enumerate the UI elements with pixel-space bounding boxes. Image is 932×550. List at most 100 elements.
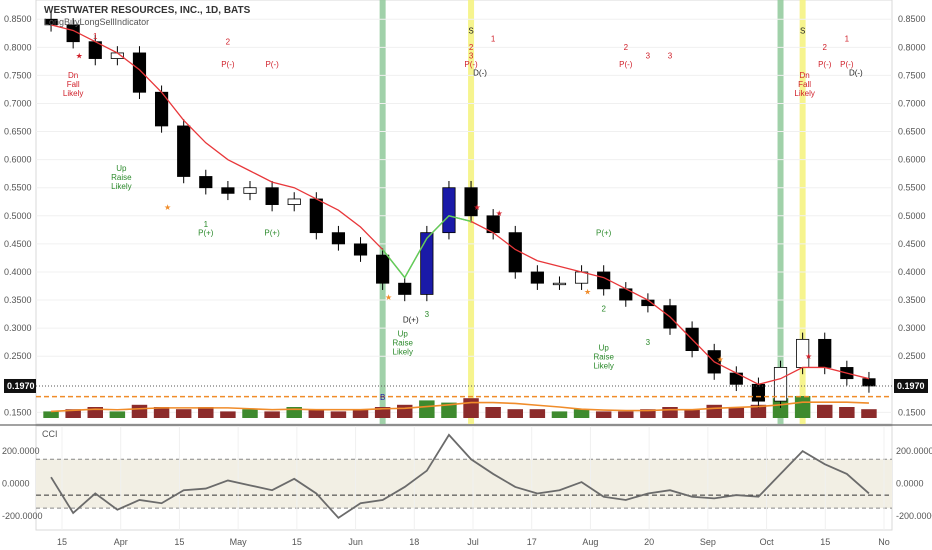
price-tick-right: 0.1500	[898, 407, 926, 417]
time-label: No	[878, 537, 890, 547]
time-label: 18	[409, 537, 419, 547]
cci-tick-left: 200.0000	[2, 446, 40, 456]
volume-bar	[485, 407, 501, 418]
volume-bar	[551, 411, 568, 418]
signal-star-icon: ★	[496, 209, 503, 218]
candle-body	[442, 187, 456, 234]
price-tick-right: 0.6000	[898, 155, 926, 165]
signal-star-icon: ★	[385, 293, 392, 302]
step-number: 1	[845, 35, 850, 44]
step-number: 1	[204, 220, 209, 229]
price-tick-left: 0.5000	[4, 211, 32, 221]
volume-bar	[308, 409, 325, 418]
price-tick-right: 0.7500	[898, 70, 926, 80]
up-raise-likely-label: Up	[599, 344, 610, 353]
candle-body	[287, 198, 301, 205]
candle-body	[243, 187, 257, 194]
volume-bar	[264, 411, 280, 418]
candle-body	[331, 232, 346, 245]
step-number: 3	[469, 52, 474, 61]
volume-bar	[175, 409, 192, 418]
volume-bar	[352, 409, 369, 418]
up-raise-likely-label: Raise	[111, 173, 132, 182]
volume-bar	[463, 398, 479, 418]
volume-bar	[43, 411, 59, 418]
price-tick-right: 0.6500	[898, 127, 926, 137]
dn-fall-likely-label: Fall	[798, 80, 811, 89]
volume-bar	[595, 411, 612, 418]
price-tick-right: 0.3000	[898, 323, 926, 333]
price-tick-left: 0.7500	[4, 70, 32, 80]
time-label: 15	[57, 537, 67, 547]
time-label: Apr	[114, 537, 128, 547]
last-price-tag-right-text: 0.1970	[897, 381, 925, 391]
price-tick-left: 0.5500	[4, 183, 32, 193]
candle-body	[132, 52, 147, 93]
p-minus-label: P(-)	[818, 60, 832, 69]
step-number: 2	[624, 43, 629, 52]
volume-bar	[109, 411, 126, 418]
last-price-tag-left-text: 0.1970	[7, 381, 35, 391]
volume-bar	[706, 404, 722, 418]
volume-bar	[397, 404, 413, 418]
dn-fall-likely-label: Likely	[794, 89, 814, 98]
cci-label: CCI	[42, 429, 58, 439]
step-number: 3	[646, 338, 651, 347]
p-minus-label: P(-)	[265, 60, 279, 69]
time-label: Jul	[467, 537, 479, 547]
up-raise-likely-label: Raise	[393, 339, 414, 348]
price-tick-left: 0.4500	[4, 239, 32, 249]
signal-star-icon: ★	[76, 52, 83, 61]
price-tick-left: 0.4000	[4, 267, 32, 277]
candle-body	[265, 187, 279, 205]
step-number: 2	[601, 304, 606, 313]
candle-body	[818, 338, 832, 368]
buy-signal-band-2	[777, 0, 784, 424]
time-label: 17	[527, 537, 537, 547]
candle-body	[177, 125, 191, 177]
volume-bar	[419, 400, 435, 418]
step-number: 1	[491, 35, 496, 44]
price-tick-right: 0.7000	[898, 98, 926, 108]
dn-fall-likely-label: Dn	[800, 71, 810, 80]
dn-fall-likely-label: Dn	[68, 71, 78, 80]
candle-body	[353, 243, 368, 256]
p-plus-label: P(+)	[596, 228, 612, 237]
chart-root: Dn Fall Likely Dn Fall Likely Up Raise Likely Up R…	[0, 0, 932, 550]
buy-marker: B	[380, 393, 385, 402]
price-tick-right: 0.5000	[898, 211, 926, 221]
signal-star-icon: ★	[584, 287, 591, 296]
up-raise-likely-label: Likely	[393, 348, 413, 357]
step-number: 3	[646, 52, 651, 61]
chart-canvas: DnFallLikelyDnFallLikelyUpRaiseLikelyUpR…	[0, 0, 932, 550]
sell-marker: S	[800, 26, 805, 35]
signal-star-icon: ★	[717, 355, 724, 364]
volume-bar	[131, 404, 148, 418]
volume-bar	[839, 407, 855, 418]
volume-bar	[662, 407, 678, 418]
volume-bar	[242, 409, 258, 418]
up-raise-likely-label: Likely	[111, 182, 131, 191]
price-tick-left: 0.6000	[4, 155, 32, 165]
d-plus-label: D(+)	[403, 316, 419, 325]
price-tick-right: 0.3500	[898, 295, 926, 305]
chart-title: WESTWATER RESOURCES, INC., 1D, BATS	[44, 5, 251, 16]
dn-fall-likely-label: Likely	[63, 89, 83, 98]
up-raise-likely-label: Likely	[593, 362, 613, 371]
time-label: Aug	[582, 537, 598, 547]
volume-bar	[817, 404, 833, 418]
price-tick-left: 0.3000	[4, 323, 32, 333]
volume-bar	[728, 407, 745, 418]
price-tick-left: 0.8000	[4, 42, 32, 52]
signal-star-icon: ★	[805, 352, 812, 361]
candle-body	[751, 383, 766, 402]
price-tick-left: 0.3500	[4, 295, 32, 305]
time-label: 15	[292, 537, 302, 547]
step-number: 3	[425, 310, 430, 319]
volume-bar	[684, 409, 700, 418]
p-plus-label: P(+)	[264, 228, 280, 237]
candle-body	[221, 187, 235, 194]
volume-bar	[573, 409, 590, 418]
p-minus-label: P(-)	[221, 60, 235, 69]
step-number: 2	[226, 38, 231, 47]
